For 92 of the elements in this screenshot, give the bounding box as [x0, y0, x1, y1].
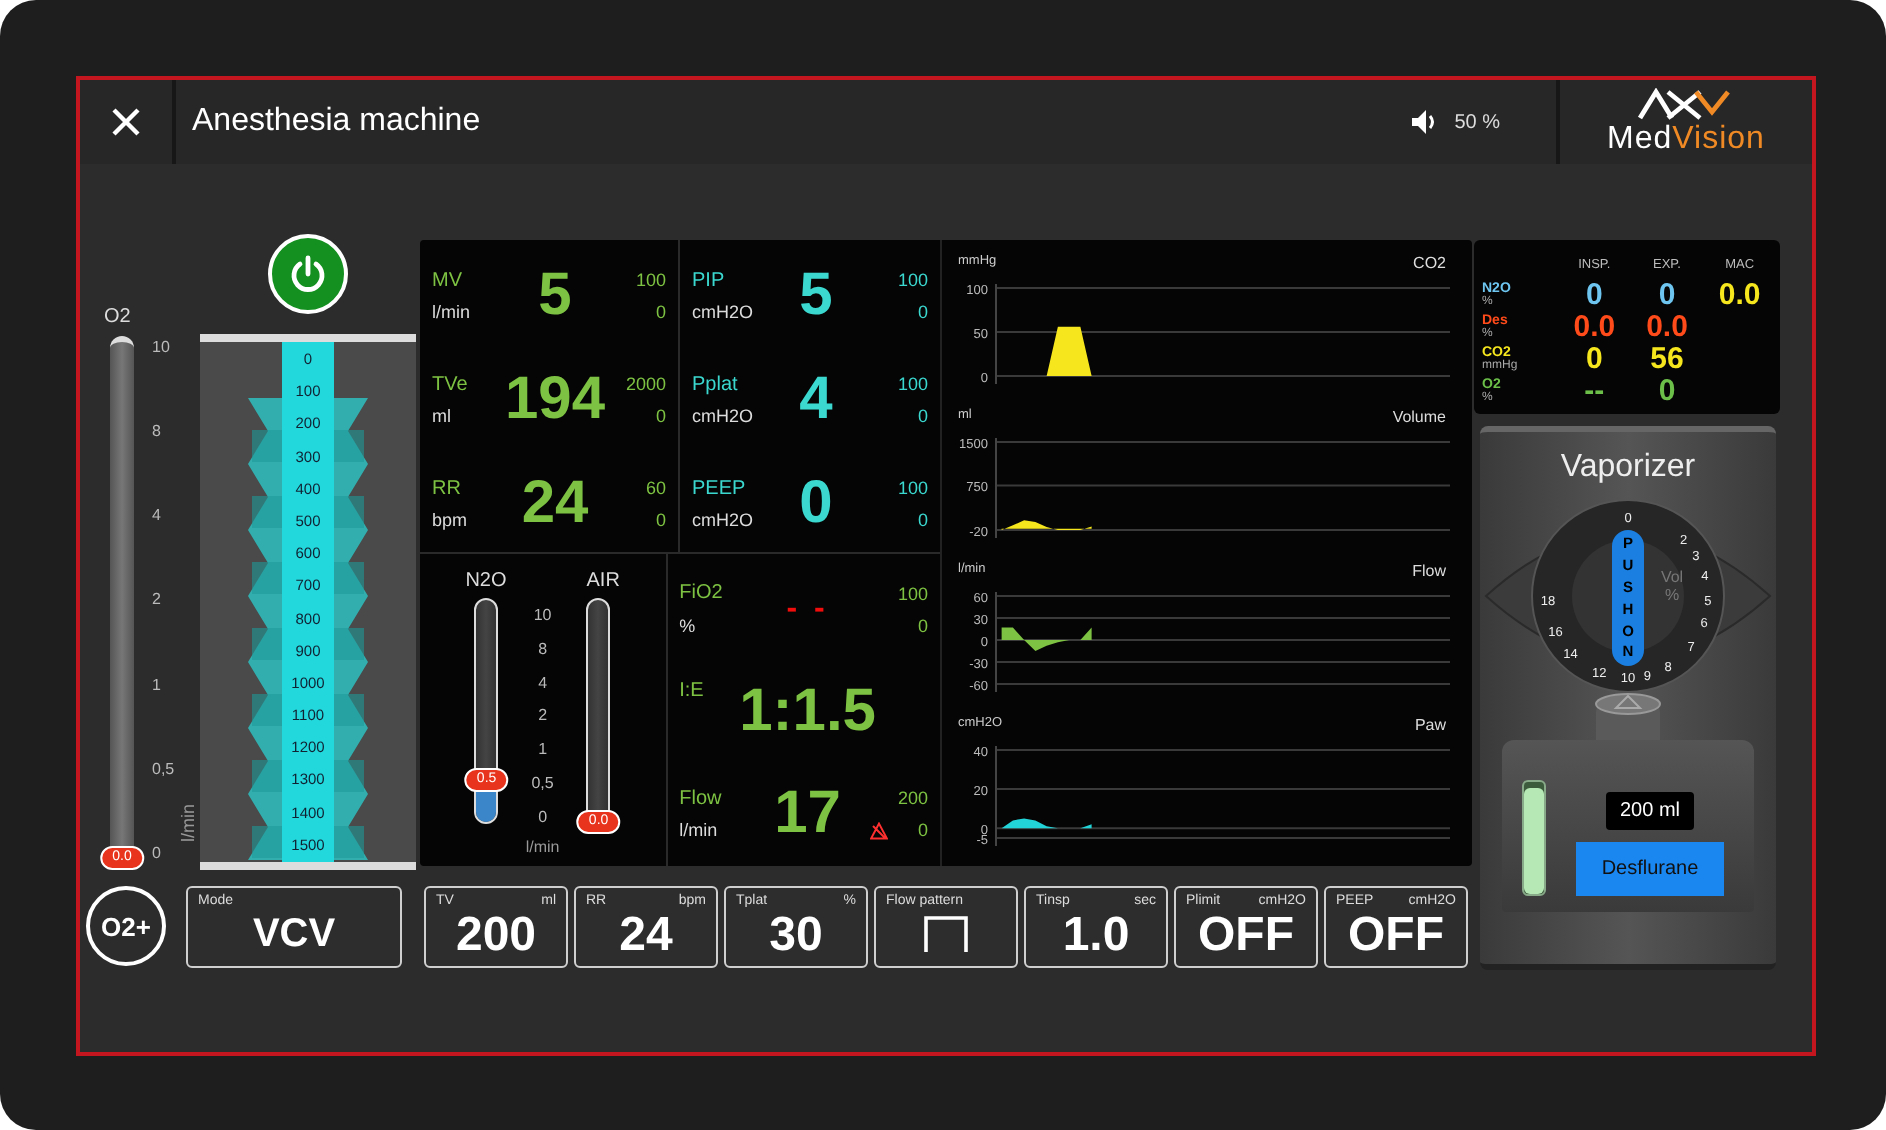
scale-label: 0,5	[152, 759, 175, 778]
unit-label: l/min	[525, 838, 560, 856]
parameter-label: PEEP	[692, 477, 748, 499]
gas-value: 56	[1648, 341, 1686, 375]
scale-label: 0	[152, 843, 163, 862]
logo-mark-icon	[1636, 87, 1736, 119]
o2-flush-button[interactable]: O2+	[86, 886, 166, 966]
chart-title: CO2	[1413, 254, 1446, 272]
window-title: Anesthesia machine	[192, 104, 483, 140]
parameter-value: - -	[784, 591, 831, 628]
parameter-label: FiO2	[679, 582, 725, 605]
alarm-high-limit: 100	[895, 583, 928, 604]
scale-label: 1	[152, 675, 163, 694]
parameter-unit: bpm	[432, 510, 470, 530]
parameter-value: 4	[797, 366, 835, 434]
parameter-label: Pplat	[692, 373, 740, 395]
gas-value: 0	[1656, 277, 1678, 311]
chart-title: Volume	[1392, 408, 1446, 426]
parameter-value: 1:1.5	[739, 677, 876, 746]
gas-value: 0	[1583, 341, 1605, 375]
scale-label: 4	[152, 506, 163, 525]
parameter-value: 5	[797, 262, 835, 330]
agent-button[interactable]: Desflurane	[1576, 842, 1724, 896]
parameter-unit: ml	[432, 406, 453, 426]
fill-volume-display: 200 ml	[1605, 792, 1694, 830]
parameter-unit: l/min	[432, 302, 473, 322]
scale-label: 8	[538, 639, 548, 658]
logo-text: MedVision	[1607, 121, 1765, 157]
gas-value: 0.0	[1644, 309, 1690, 343]
scale-label: 0,5	[531, 774, 554, 793]
scale-label: 8	[152, 422, 163, 441]
speaker-icon	[1410, 108, 1439, 136]
alarm-high-limit: 100	[633, 270, 666, 290]
alarm-high-limit: 2000	[623, 374, 666, 394]
gas-value: 0	[1583, 277, 1605, 311]
scale-label: 2	[538, 706, 548, 725]
alarm-high-limit: 60	[643, 478, 666, 498]
close-button[interactable]	[80, 80, 172, 164]
parameter-label: PIP	[692, 269, 727, 291]
parameter-value: 24	[519, 470, 591, 538]
parameter-value: 0	[797, 470, 835, 538]
waveform-area	[1001, 520, 1092, 530]
volume-level: 50 %	[1454, 111, 1500, 133]
parameter-label: I:E	[679, 680, 706, 703]
scale-label: 0	[538, 807, 548, 826]
gauge-label: AIR	[586, 570, 620, 592]
parameter-label: RR	[432, 477, 463, 499]
gauge-label: N2O	[465, 570, 507, 592]
power-icon	[288, 254, 328, 294]
scale-label: 1	[538, 740, 548, 759]
close-icon	[112, 108, 140, 136]
alarm-high-limit: 100	[895, 270, 928, 290]
alarm-low-limit: 0	[653, 302, 666, 322]
scale-label: 10	[533, 606, 552, 624]
alarm-high-limit: 200	[895, 788, 928, 809]
power-button[interactable]	[268, 234, 348, 314]
parameter-label: TVe	[432, 373, 470, 395]
alarm-low-limit: 0	[915, 302, 928, 322]
alarm-low-limit: 0	[653, 406, 666, 426]
scale-label: 10	[152, 338, 172, 356]
alarm-low-limit: 0	[915, 510, 928, 530]
square-wave-icon	[922, 913, 970, 953]
alarm-low-limit: 0	[653, 510, 666, 530]
waveform-area	[1001, 627, 1092, 651]
parameter-value: 17	[772, 780, 843, 849]
alarm-low-limit: 0	[915, 615, 928, 636]
chart-title: Paw	[1414, 716, 1446, 734]
alarm-high-limit: 100	[895, 478, 928, 498]
gas-value: 0	[1656, 373, 1678, 407]
alarm-low-limit: 0	[915, 820, 928, 841]
parameter-label: Flow	[679, 787, 724, 810]
scale-label: 4	[538, 673, 548, 692]
alarm-high-limit: 100	[895, 374, 928, 394]
vaporizer-title: Vaporizer	[1560, 450, 1696, 486]
gauge-label: O2	[104, 306, 131, 328]
parameter-unit: l/min	[679, 820, 720, 841]
dial-unit-label: Vol %	[1658, 568, 1686, 604]
alarm-low-limit: 0	[915, 406, 928, 426]
parameter-value: 194	[502, 366, 608, 434]
parameter-unit: cmH2O	[692, 302, 756, 322]
waveform-area	[1001, 818, 1092, 829]
parameter-label: MV	[432, 269, 464, 291]
parameter-unit: cmH2O	[692, 406, 756, 426]
unit-label: l/min	[178, 803, 199, 842]
parameter-unit: cmH2O	[692, 510, 756, 530]
parameter-unit: %	[679, 615, 698, 636]
parameter-value: 5	[536, 262, 574, 330]
chart-title: Flow	[1412, 562, 1446, 580]
gas-value: 0.0	[1716, 277, 1763, 311]
gas-value: 0.0	[1571, 309, 1618, 343]
gas-value: --	[1582, 373, 1607, 407]
scale-label: 2	[152, 590, 163, 609]
